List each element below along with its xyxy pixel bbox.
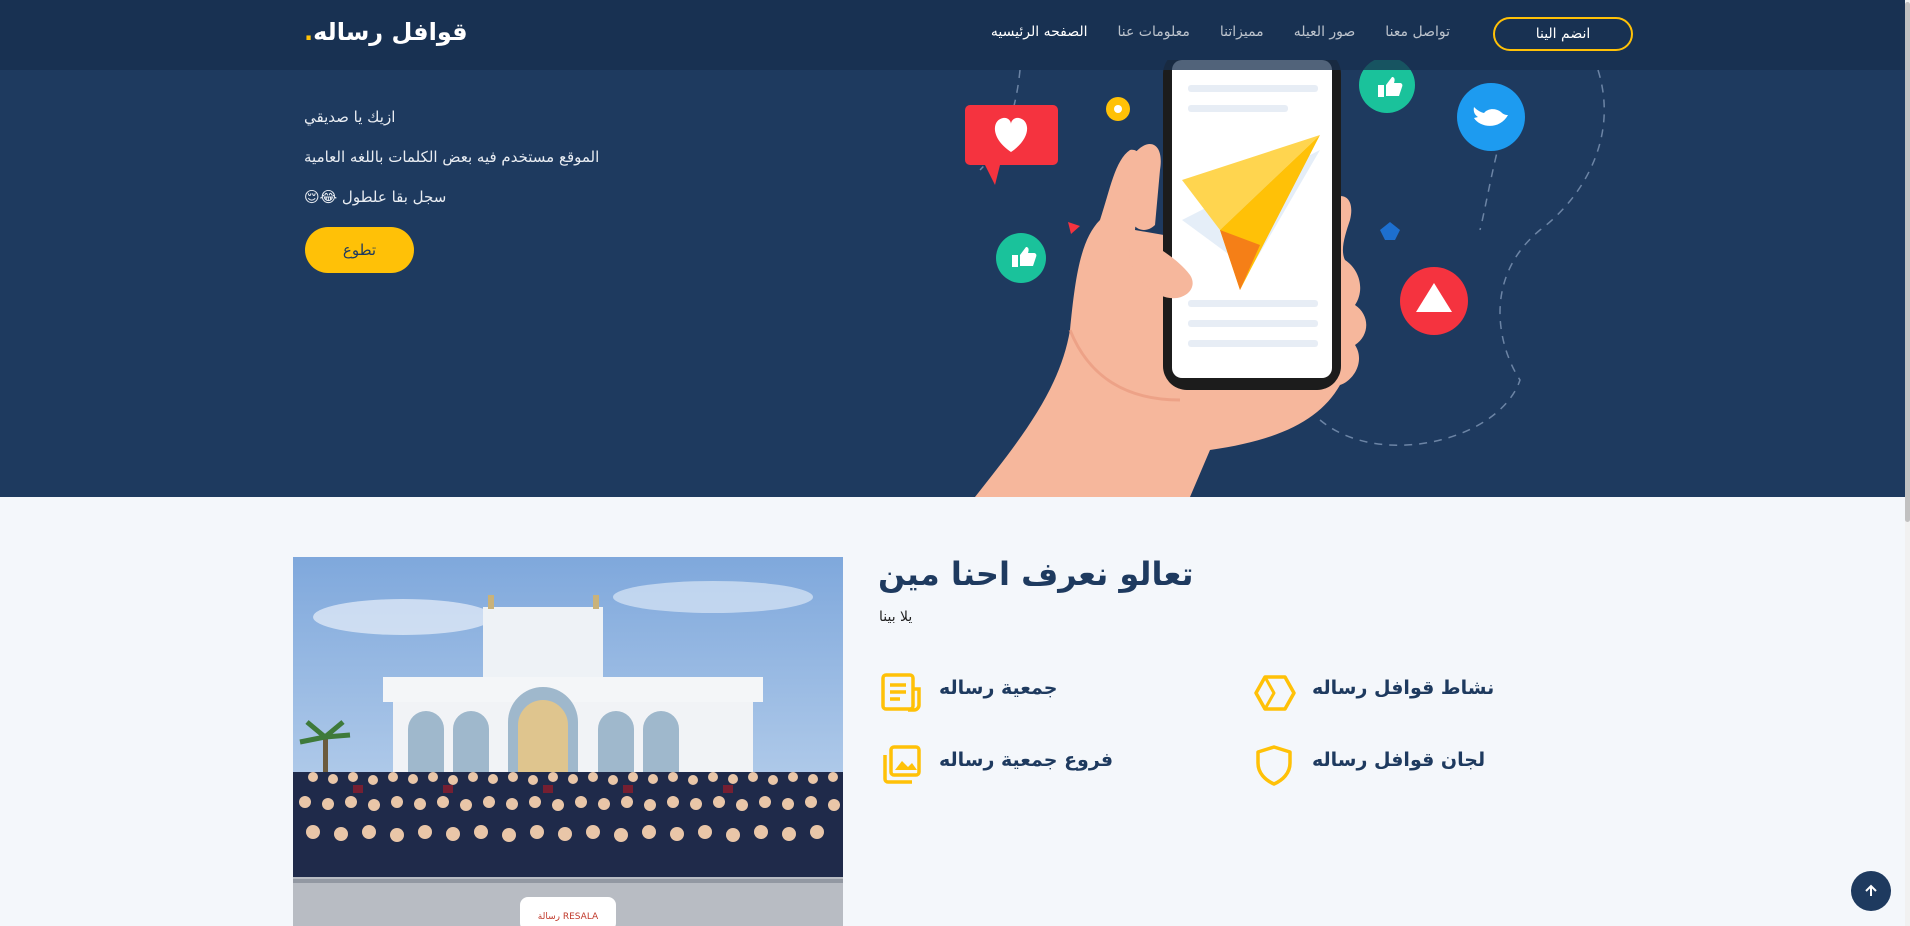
back-to-top-button[interactable] [1851,871,1891,911]
join-us-button[interactable]: انضم الينا [1493,17,1633,51]
feature-title: فروع جمعية رساله [939,749,1114,771]
feature-caravans-committees: لجان قوافل رساله [1252,743,1485,787]
about-section: رسالة RESALA تعالو نعرف احنا مين يلا بين… [0,497,1905,926]
page: قوافل رساله. الصفحه الرئيسيه معلومات عنا… [0,0,1905,926]
volunteer-button[interactable]: تطوع [305,227,414,273]
navbar: قوافل رساله. الصفحه الرئيسيه معلومات عنا… [0,0,1905,70]
hero-call-to-register: سجل بقا علطول 😂😌 [304,188,447,206]
scrollbar-thumb[interactable] [1905,2,1910,522]
hero-greeting: ازيك يا صديقي [304,108,396,126]
hexagon-icon [1254,675,1296,711]
arrow-up-icon [1865,884,1877,896]
site-logo[interactable]: قوافل رساله. [304,18,468,46]
feature-caravans-activity: نشاط قوافل رساله [1252,671,1494,715]
hero-section: قوافل رساله. الصفحه الرئيسيه معلومات عنا… [0,0,1905,497]
shield-icon [1256,745,1292,786]
about-title: تعالو نعرف احنا مين [878,555,1194,593]
feature-association-branches: فروع جمعية رساله [879,743,1113,787]
feature-title: نشاط قوافل رساله [1312,677,1495,699]
photo-logo-text: رسالة RESALA [538,912,599,922]
about-subtitle: يلا بينا [879,609,913,625]
hero-text: ازيك يا صديقي الموقع مستخدم فيه بعض الكل… [304,108,599,228]
page-scrollbar[interactable] [1905,0,1910,926]
hero-note: الموقع مستخدم فيه بعض الكلمات باللغه الع… [304,148,600,166]
nav-item-home[interactable]: الصفحه الرئيسيه [991,24,1088,40]
feature-title: جمعية رساله [939,677,1058,699]
main-nav: الصفحه الرئيسيه معلومات عنا مميزاتنا صور… [991,24,1450,40]
nav-item-gallery[interactable]: صور العيله [1294,24,1356,40]
feature-resala-association: جمعية رساله [879,671,1057,715]
feature-title: لجان قوافل رساله [1312,749,1486,771]
group-photo: رسالة RESALA [293,557,843,926]
images-icon [883,745,921,784]
hero-illustration [965,60,1605,497]
nav-item-about[interactable]: معلومات عنا [1118,24,1190,40]
document-icon [881,673,921,712]
nav-item-contact[interactable]: تواصل معنا [1385,24,1450,40]
nav-item-features[interactable]: مميزاتنا [1220,24,1264,40]
